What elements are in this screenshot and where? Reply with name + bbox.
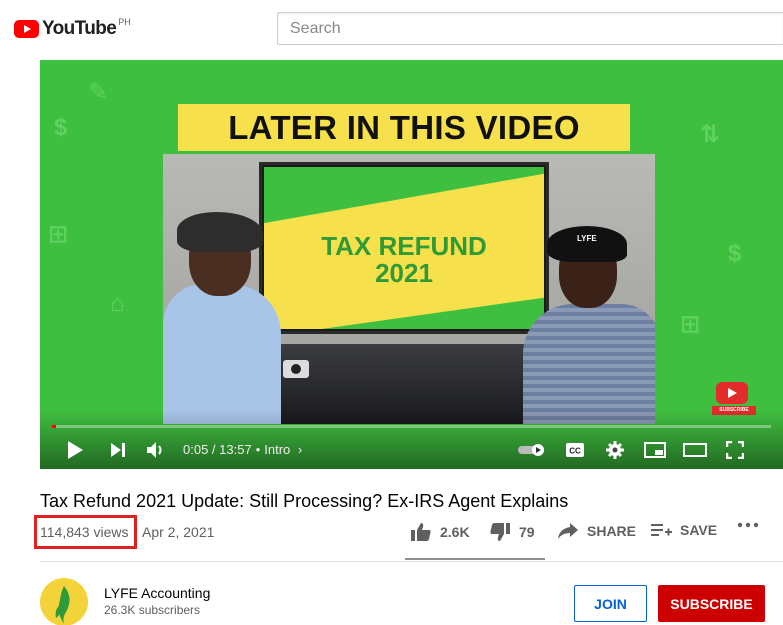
tv-screen-text: TAX REFUND 2021 <box>264 233 544 287</box>
duration: 13:57 <box>219 442 252 457</box>
next-icon <box>111 443 125 457</box>
volume-button[interactable] <box>144 435 168 465</box>
theater-mode-button[interactable] <box>681 435 709 465</box>
video-player[interactable]: $ ✎ ⊞ ⌂ ⇅ $ ⊞ LATER IN THIS VIDEO TAX RE… <box>40 60 783 469</box>
channel-avatar[interactable] <box>40 578 88 625</box>
divider <box>40 561 783 562</box>
time-display: 0:05 / 13:57 • Intro › <box>183 442 302 457</box>
view-count: 114,843 views <box>40 524 129 540</box>
video-title: Tax Refund 2021 Update: Still Processing… <box>40 491 569 511</box>
share-label: SHARE <box>587 523 637 539</box>
save-button[interactable]: SAVE <box>650 522 717 538</box>
like-button[interactable]: 2.6K <box>410 522 470 542</box>
person-left-cap <box>177 212 263 252</box>
bank-doodle-icon: ⌂ <box>110 290 125 317</box>
leaf-logo-icon <box>55 586 70 624</box>
subscriber-count: 26.3K subscribers <box>104 603 201 617</box>
camera-prop <box>283 360 309 378</box>
youtube-subscribe-logo-icon <box>716 382 748 404</box>
youtube-watch-page: YouTube PH $ ✎ ⊞ ⌂ ⇅ $ ⊞ LATER IN THIS V… <box>0 0 783 625</box>
tv-screen: TAX REFUND 2021 <box>264 167 544 329</box>
svg-text:CC: CC <box>569 447 581 456</box>
volume-icon <box>147 442 162 458</box>
youtube-logo[interactable]: YouTube PH <box>14 17 131 40</box>
autoplay-toggle[interactable] <box>516 435 548 465</box>
settings-button[interactable] <box>603 435 627 465</box>
dislike-count: 79 <box>519 524 535 540</box>
person-left <box>163 212 281 424</box>
theater-icon <box>683 443 707 457</box>
subscribe-button[interactable]: SUBSCRIBE <box>658 585 765 622</box>
more-icon <box>737 522 759 528</box>
fullscreen-icon <box>726 441 744 459</box>
autoplay-toggle-icon <box>518 444 544 456</box>
scene-tv: TAX REFUND 2021 <box>259 162 549 334</box>
tv-text-line1: TAX REFUND <box>321 231 487 261</box>
join-button[interactable]: JOIN <box>574 585 647 622</box>
logo-text: YouTube <box>42 18 117 39</box>
calculator-doodle-icon-2: ⊞ <box>680 311 701 338</box>
progress-played <box>52 425 57 428</box>
calculator-doodle-icon: ⊞ <box>48 221 69 248</box>
time-separator: / <box>208 442 220 457</box>
dollar-doodle-icon-2: $ <box>728 240 742 267</box>
person-left-body <box>163 284 281 424</box>
thumbs-down-icon <box>490 523 510 541</box>
like-ratio-bar <box>405 558 545 560</box>
search-input[interactable] <box>278 13 783 44</box>
cap-logo-text: LYFE <box>577 234 597 243</box>
chapter-title[interactable]: Intro <box>264 442 290 457</box>
person-right-body <box>523 304 655 424</box>
like-count: 2.6K <box>440 524 470 540</box>
logo-region-code: PH <box>118 17 131 27</box>
search-box <box>277 12 783 45</box>
publish-date: Apr 2, 2021 <box>142 524 215 540</box>
miniplayer-icon <box>644 442 666 458</box>
masthead: YouTube PH <box>0 0 783 56</box>
chapter-bullet: • <box>255 442 261 457</box>
play-icon <box>68 441 83 459</box>
later-in-video-banner: LATER IN THIS VIDEO <box>178 104 630 151</box>
miniplayer-button[interactable] <box>641 435 669 465</box>
current-time: 0:05 <box>183 442 209 457</box>
captions-button[interactable]: CC <box>562 435 588 465</box>
share-button[interactable]: SHARE <box>557 522 636 540</box>
chevron-right-icon: › <box>297 442 303 457</box>
chart-doodle-icon: ✎ <box>88 79 109 106</box>
youtube-logo-icon <box>14 20 39 38</box>
play-button[interactable] <box>62 435 88 465</box>
dislike-button[interactable]: 79 <box>489 522 535 542</box>
fullscreen-button[interactable] <box>722 435 748 465</box>
person-right-cap: LYFE <box>547 226 627 262</box>
progress-bar[interactable] <box>52 425 771 428</box>
desk-items <box>283 360 383 400</box>
share-icon <box>558 523 578 539</box>
thumbs-up-icon <box>411 523 431 541</box>
tv-text-line2: 2021 <box>375 258 433 288</box>
video-frame-scene: TAX REFUND 2021 LYFE <box>163 154 655 424</box>
dollar-doodle-icon: $ <box>54 114 68 141</box>
more-actions-button[interactable] <box>737 522 767 528</box>
captions-icon: CC <box>566 443 584 457</box>
channel-name[interactable]: LYFE Accounting <box>104 585 210 601</box>
next-button[interactable] <box>106 435 130 465</box>
settings-icon <box>606 441 624 459</box>
save-label: SAVE <box>680 522 718 538</box>
save-playlist-icon <box>651 524 672 536</box>
arrows-doodle-icon: ⇅ <box>700 121 721 148</box>
